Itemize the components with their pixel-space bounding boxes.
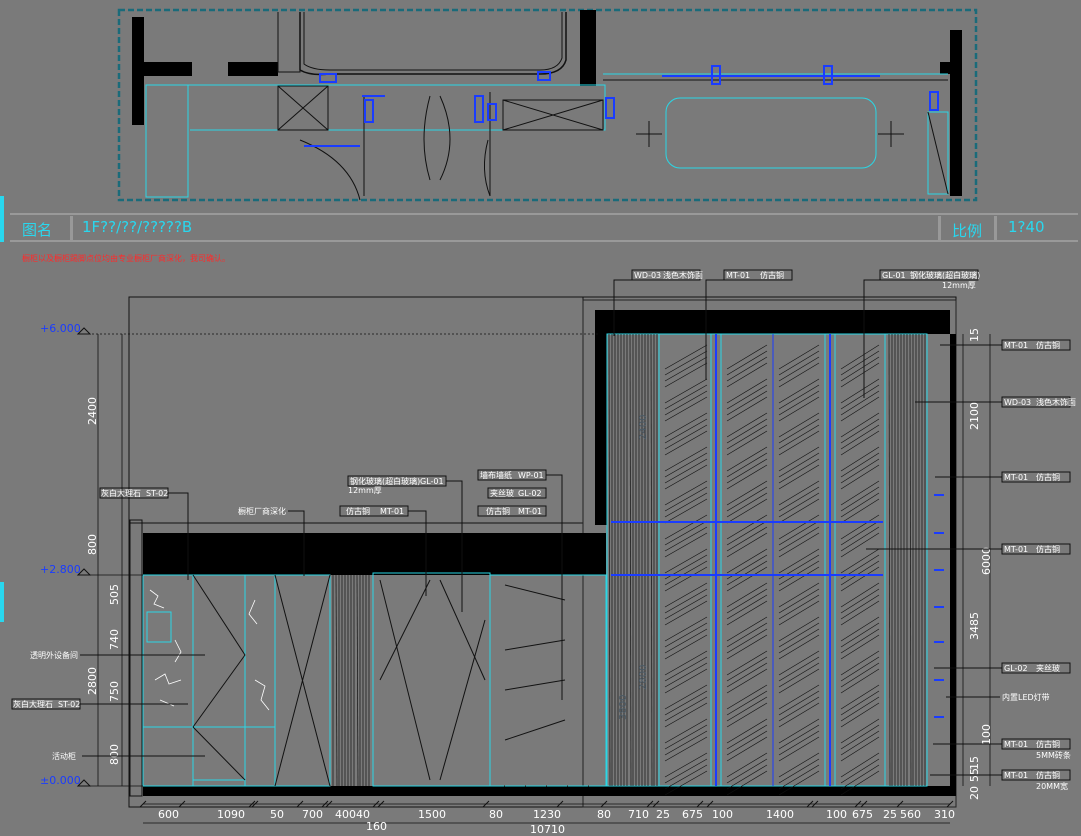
dim-bottom-0: 600 xyxy=(158,808,179,821)
callout-right-text-2: 仿古铜 xyxy=(1036,472,1060,482)
red-note: 橱柜以及橱柜踢脚点位均由专业橱柜厂商深化，我司确认。 xyxy=(22,254,230,263)
title-scale-value: 1?40 xyxy=(1008,218,1045,236)
dim-bottom-4: 400 xyxy=(335,808,356,821)
dim-bottom-17: 25 xyxy=(883,808,897,821)
callout-right-code-1: WD-03 xyxy=(1004,398,1031,407)
callout-right-code-7: MT-01 xyxy=(1004,771,1028,780)
callout-right-code-0: MT-01 xyxy=(1004,341,1028,350)
dim-bottom-10: 710 xyxy=(628,808,649,821)
callout-right-code-4: GL-02 xyxy=(1004,664,1028,673)
dim-bottom-18: 560 xyxy=(900,808,921,821)
callout-right-code-2: MT-01 xyxy=(1004,473,1028,482)
callout-mt01-text: 仿古铜 xyxy=(760,270,784,280)
dim-right-15: 15 xyxy=(968,328,981,342)
callout-gl01-text: 钢化玻璃(超白玻璃) xyxy=(910,270,980,280)
dim-right-100: 100 xyxy=(980,724,993,745)
elevation-view xyxy=(128,296,957,808)
callouts-left: 灰白大理石 ST-02 透明外设备间 灰白大理石 ST-02 活动柜 xyxy=(11,487,205,761)
dim-left-740: 740 xyxy=(108,629,121,650)
callout-cabinet-vendor: 橱柜厂商深化 xyxy=(238,506,286,516)
level-mid: +2.800 xyxy=(40,563,81,576)
callout-mid2-mt01-text: 仿古铜 xyxy=(486,506,510,516)
dim-right-20: 20 xyxy=(968,786,981,800)
dim-left-750: 750 xyxy=(108,681,121,702)
dim-bottom-7: 80 xyxy=(489,808,503,821)
callout-right-text-6: 仿古铜 xyxy=(1036,739,1060,749)
callout-right-text-7: 仿古铜 xyxy=(1036,770,1060,780)
callout-gl02-code: GL-02 xyxy=(518,489,542,498)
inner-dim-1: 2400 xyxy=(638,415,649,440)
callout-mid-gl01-code: GL-01 xyxy=(420,477,444,486)
title-scale-label: 比例 xyxy=(952,222,983,240)
callout-gl01-sub: 12mm厚 xyxy=(942,281,976,290)
dim-right-6000: 6000 xyxy=(980,547,993,575)
level-ground: ±0.000 xyxy=(40,774,81,787)
callout-right-text-3: 仿古铜 xyxy=(1036,544,1060,554)
callout-equipment-room: 透明外设备间 xyxy=(30,650,78,660)
dim-bottom-3: 700 xyxy=(302,808,323,821)
dim-bottom-9: 80 xyxy=(597,808,611,821)
inner-dim-3: 2800 xyxy=(638,665,649,690)
callout-gl02-text: 夹丝玻 xyxy=(490,488,514,498)
dim-bottom-14: 1400 xyxy=(766,808,794,821)
callout-st02-text-a: 灰白大理石 xyxy=(101,488,141,498)
dim-bottom-13: 100 xyxy=(712,808,733,821)
callout-st02-code-a: ST-02 xyxy=(146,489,168,498)
callouts-mid: 橱柜厂商深化 仿古铜 MT-01 钢化玻璃(超白玻璃) GL-01 12mm厚 … xyxy=(238,469,563,700)
cad-drawing: +6.000 +2.800 ±0.000 2400 800 505 740 75… xyxy=(0,8,1078,836)
dim-left-2400: 2400 xyxy=(86,397,99,425)
dim-bottom-19: 310 xyxy=(934,808,955,821)
callout-wd03-text: 浅色木饰面 xyxy=(663,270,703,280)
dim-bottom-8: 1230 xyxy=(533,808,561,821)
dim-right-15b: 15 xyxy=(968,756,981,770)
callout-right-text-1: 浅色木饰面 xyxy=(1036,397,1076,407)
callout-mid2-mt01-code: MT-01 xyxy=(518,507,542,516)
callout-mid-mt01-code: MT-01 xyxy=(380,507,404,516)
level-markers xyxy=(76,327,92,787)
callout-mt01-code: MT-01 xyxy=(726,271,750,280)
callout-right-sub-6: 5MM砖条 xyxy=(1036,750,1071,760)
callout-wp01-code: WP-01 xyxy=(518,471,544,480)
dim-left-800b: 800 xyxy=(108,744,121,765)
callout-right-sub-7: 20MM宽 xyxy=(1036,781,1068,791)
callout-movable-cabinet: 活动柜 xyxy=(52,751,76,761)
callout-right-code-3: MT-01 xyxy=(1004,545,1028,554)
callout-right-text-4: 夹丝玻 xyxy=(1036,663,1060,673)
callout-mid-gl01-sub: 12mm厚 xyxy=(348,486,382,495)
dim-bottom-16: 675 xyxy=(852,808,873,821)
dim-right-3485: 3485 xyxy=(968,612,981,640)
callout-wp01-text: 墙布墙纸 xyxy=(480,470,512,480)
title-name-value: 1F??/??/?????B xyxy=(82,218,193,236)
dim-bottom-1: 1090 xyxy=(217,808,245,821)
dim-left-800: 800 xyxy=(86,534,99,555)
dim-right-2100: 2100 xyxy=(968,402,981,430)
callout-mid-gl01-text: 钢化玻璃(超白玻璃) xyxy=(350,476,420,486)
callout-gl01-code: GL-01 xyxy=(882,271,906,280)
dim-bottom-15: 100 xyxy=(826,808,847,821)
title-name-label: 图名 xyxy=(22,221,53,239)
callout-st02-code-b: ST-02 xyxy=(58,700,80,709)
dim-left-2800: 2800 xyxy=(86,667,99,695)
dim-bottom-12: 675 xyxy=(682,808,703,821)
dim-bottom-11: 25 xyxy=(656,808,670,821)
dim-bottom-2: 50 xyxy=(270,808,284,821)
dim-left-505: 505 xyxy=(108,584,121,605)
dim-total: 10710 xyxy=(530,823,565,836)
callout-mid-mt01-text: 仿古铜 xyxy=(346,506,370,516)
callout-right-text-5: 内置LED灯带 xyxy=(1002,692,1050,702)
level-top: +6.000 xyxy=(40,322,81,335)
dim-bottom-6: 1500 xyxy=(418,808,446,821)
inner-dim-2: 3800 xyxy=(618,695,629,720)
callout-right-text-0: 仿古铜 xyxy=(1036,340,1060,350)
plan-view xyxy=(117,8,978,202)
dim-bottom-sub: 160 xyxy=(366,820,387,833)
callout-right-code-6: MT-01 xyxy=(1004,740,1028,749)
callout-wd03-code: WD-03 xyxy=(634,271,661,280)
callout-st02-text-b: 灰白大理石 xyxy=(13,699,53,709)
